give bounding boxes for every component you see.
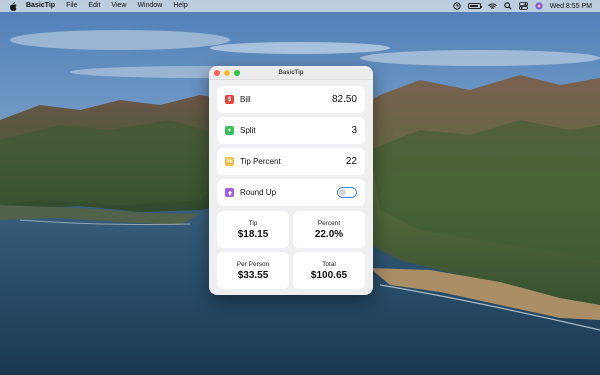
total-card: Total $100.65 [293,252,365,289]
menu-window[interactable]: Window [137,0,162,12]
round-up-label: Round Up [240,188,277,197]
status-area: Wed 8:55 PM [453,0,592,12]
round-up-row[interactable]: Round Up [217,179,365,206]
minimize-button[interactable] [224,69,230,76]
split-field[interactable]: 3 [351,125,357,136]
bill-field[interactable]: 82.50 [332,94,357,105]
split-row[interactable]: + Split 3 [217,117,365,144]
clock-text[interactable]: Wed 8:55 PM [550,0,592,12]
total-card-value: $100.65 [310,269,348,281]
basictip-window: BasicTip $ Bill 82.50 + Split 3 % Tip Pe… [209,66,373,295]
menu-app-name[interactable]: BasicTip [26,0,55,12]
percent-icon: % [225,157,234,166]
control-center-icon[interactable] [518,0,528,12]
title-bar[interactable]: BasicTip [209,66,373,80]
menu-bar: BasicTip File Edit View Window Help Wed … [0,0,600,12]
maximize-button[interactable] [234,69,240,76]
menu-file[interactable]: File [66,0,77,12]
bill-row[interactable]: $ Bill 82.50 [217,86,365,113]
menu-edit[interactable]: Edit [88,0,100,12]
siri-icon[interactable] [535,0,543,12]
dollar-icon: $ [225,95,234,104]
plus-icon: + [225,126,234,135]
percent-card-label: Percent [317,219,341,227]
round-up-toggle[interactable] [337,187,357,198]
search-icon[interactable] [503,0,512,12]
menu-view[interactable]: View [111,0,126,12]
battery-icon[interactable] [467,0,483,12]
split-label: Split [240,126,256,135]
tip-card: Tip $18.15 [217,211,289,248]
bill-label: Bill [240,95,251,104]
input-rows: $ Bill 82.50 + Split 3 % Tip Percent 22 … [209,80,373,206]
tip-percent-label: Tip Percent [240,157,281,166]
per-person-card: Per Person $33.55 [217,252,289,289]
percent-card-value: 22.0% [314,228,344,240]
per-person-card-label: Per Person [236,260,270,268]
tip-card-value: $18.15 [237,228,269,240]
window-controls [214,69,240,76]
arrow-up-icon [225,188,234,197]
per-person-card-value: $33.55 [237,269,269,281]
wifi-icon[interactable] [487,0,497,12]
tip-percent-row[interactable]: % Tip Percent 22 [217,148,365,175]
percent-card: Percent 22.0% [293,211,365,248]
tip-card-label: Tip [248,219,258,227]
menu-help[interactable]: Help [173,0,187,12]
tip-percent-field[interactable]: 22 [346,156,357,167]
results-grid: Tip $18.15 Percent 22.0% Per Person $33.… [209,210,373,289]
close-button[interactable] [214,69,220,76]
timer-icon[interactable] [453,0,461,12]
total-card-label: Total [322,260,336,268]
apple-icon[interactable] [8,0,18,12]
